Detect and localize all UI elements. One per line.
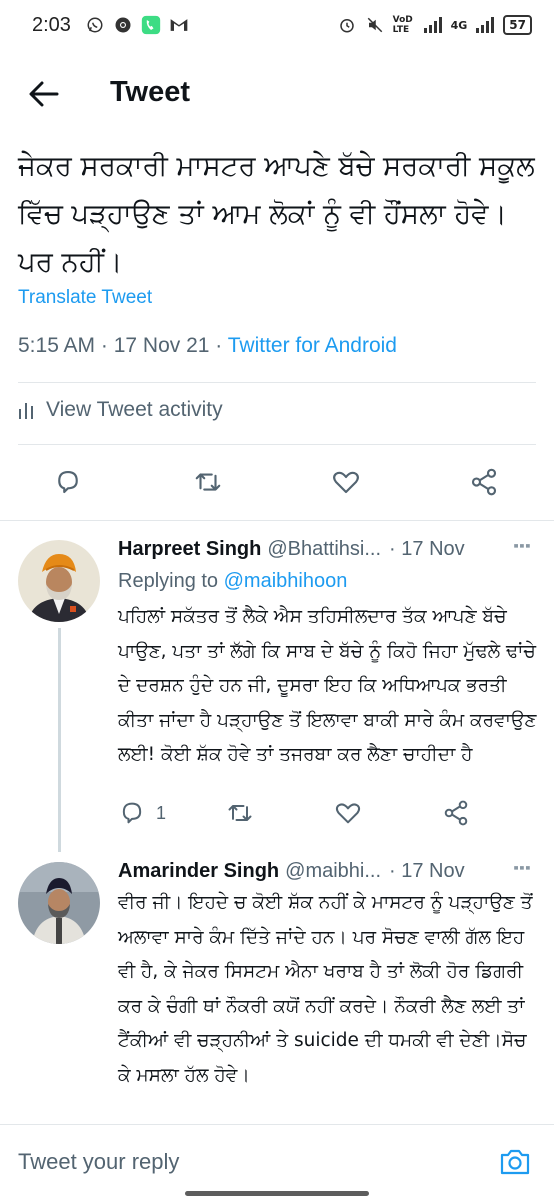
share-button[interactable]	[466, 464, 502, 500]
reply-text: ਪਹਿਲਾਂ ਸਕੱਤਰ ਤੋਂ ਲੈਕੇ ਐਸ ਤਹਿਸੀਲਦਾਰ ਤੱਕ ਆ…	[118, 606, 537, 765]
like-button[interactable]	[334, 798, 362, 828]
reply-action-bar: 1	[118, 798, 518, 830]
arrow-left-icon	[29, 81, 59, 107]
comment-bubble-icon	[122, 802, 142, 824]
more-options-icon[interactable]: ⋮	[510, 536, 534, 555]
translate-tweet-link[interactable]: Translate Tweet	[18, 287, 152, 309]
signal-icon	[423, 15, 443, 35]
heart-icon	[335, 803, 361, 824]
share-icon	[471, 468, 497, 496]
divider	[0, 520, 554, 521]
notification-icons	[85, 15, 189, 35]
reply-item[interactable]: Amarinder Singh @maibhi... · 17 Nov ⋮ ਵੀ…	[0, 852, 554, 1124]
mute-icon	[365, 15, 385, 35]
reply-input[interactable]: Tweet your reply	[18, 1149, 179, 1175]
reply-item[interactable]: Harpreet Singh @Bhattihsi... · 17 Nov ⋮ …	[0, 522, 554, 852]
view-tweet-activity-button[interactable]: View Tweet activity	[18, 398, 223, 422]
reply-author-handle[interactable]: @maibhi...	[285, 860, 381, 883]
reply-composer: Tweet your reply	[0, 1124, 554, 1200]
signal-icon-2	[475, 15, 495, 35]
replying-to-prefix: Replying to	[118, 570, 224, 592]
thread-line	[58, 628, 61, 852]
retweet-button[interactable]	[226, 798, 254, 828]
gmail-icon	[169, 15, 189, 35]
tweet-meta: 5:15 AM · 17 Nov 21 · Twitter for Androi…	[18, 334, 397, 358]
divider	[18, 382, 536, 383]
like-button[interactable]	[328, 464, 364, 500]
reply-button[interactable]: 1	[118, 798, 166, 828]
reply-header: Amarinder Singh @maibhi... · 17 Nov	[118, 860, 465, 883]
reply-author-name[interactable]: Harpreet Singh	[118, 538, 261, 561]
bar-chart-icon	[18, 401, 34, 419]
reply-author-handle[interactable]: @Bhattihsi...	[267, 538, 381, 561]
avatar[interactable]	[18, 540, 100, 622]
replying-to: Replying to @maibhihoon	[118, 570, 347, 593]
battery-icon: 57	[503, 15, 532, 35]
reply-text: ਵੀਰ ਜੀ। ਇਹਦੇ ਚ ਕੋਈ ਸ਼ੱਕ ਨਹੀਂ ਕੇ ਮਾਸਟਰ ਨੂ…	[118, 892, 533, 1086]
retweet-icon	[228, 805, 252, 821]
volte-label: VoD LTE	[392, 15, 413, 35]
retweet-icon	[195, 473, 221, 491]
status-time: 2:03	[32, 13, 71, 36]
reply-button[interactable]	[50, 464, 86, 500]
replying-to-handle[interactable]: @maibhihoon	[224, 570, 348, 592]
reply-date: · 17 Nov	[389, 538, 465, 560]
back-button[interactable]	[26, 76, 62, 112]
network-type: 4G	[450, 18, 468, 32]
phone-call-icon	[141, 15, 161, 35]
chrome-icon	[113, 15, 133, 35]
status-bar: 2:03 VoD LTE 4G 57	[0, 0, 554, 50]
home-indicator	[185, 1191, 369, 1196]
share-icon	[444, 800, 468, 826]
camera-button[interactable]	[498, 1145, 532, 1179]
tweet-action-bar	[0, 464, 554, 504]
reply-header: Harpreet Singh @Bhattihsi... · 17 Nov	[118, 538, 465, 561]
divider	[18, 444, 536, 445]
avatar[interactable]	[18, 862, 100, 944]
more-options-icon[interactable]: ⋮	[510, 858, 534, 877]
reply-date: · 17 Nov	[389, 860, 465, 882]
comment-bubble-icon	[58, 470, 78, 494]
share-button[interactable]	[442, 798, 470, 828]
tweet-source-link[interactable]: Twitter for Android	[228, 334, 397, 357]
alarm-icon	[337, 15, 357, 35]
heart-icon	[333, 471, 359, 494]
system-icons: VoD LTE 4G 57	[337, 15, 532, 35]
tweet-timestamp: 5:15 AM · 17 Nov 21 ·	[18, 334, 228, 357]
reply-author-name[interactable]: Amarinder Singh	[118, 860, 279, 883]
view-tweet-activity-label: View Tweet activity	[46, 398, 223, 421]
page-title: Tweet	[110, 76, 191, 108]
reply-count: 1	[156, 802, 167, 823]
camera-icon	[500, 1149, 530, 1175]
retweet-button[interactable]	[190, 464, 226, 500]
tweet-text: ਜੇਕਰ ਸਰਕਾਰੀ ਮਾਸਟਰ ਆਪਣੇ ਬੱਚੇ ਸਰਕਾਰੀ ਸਕੂਲ …	[18, 150, 535, 278]
whatsapp-icon	[85, 15, 105, 35]
app-header: Tweet	[0, 62, 554, 126]
